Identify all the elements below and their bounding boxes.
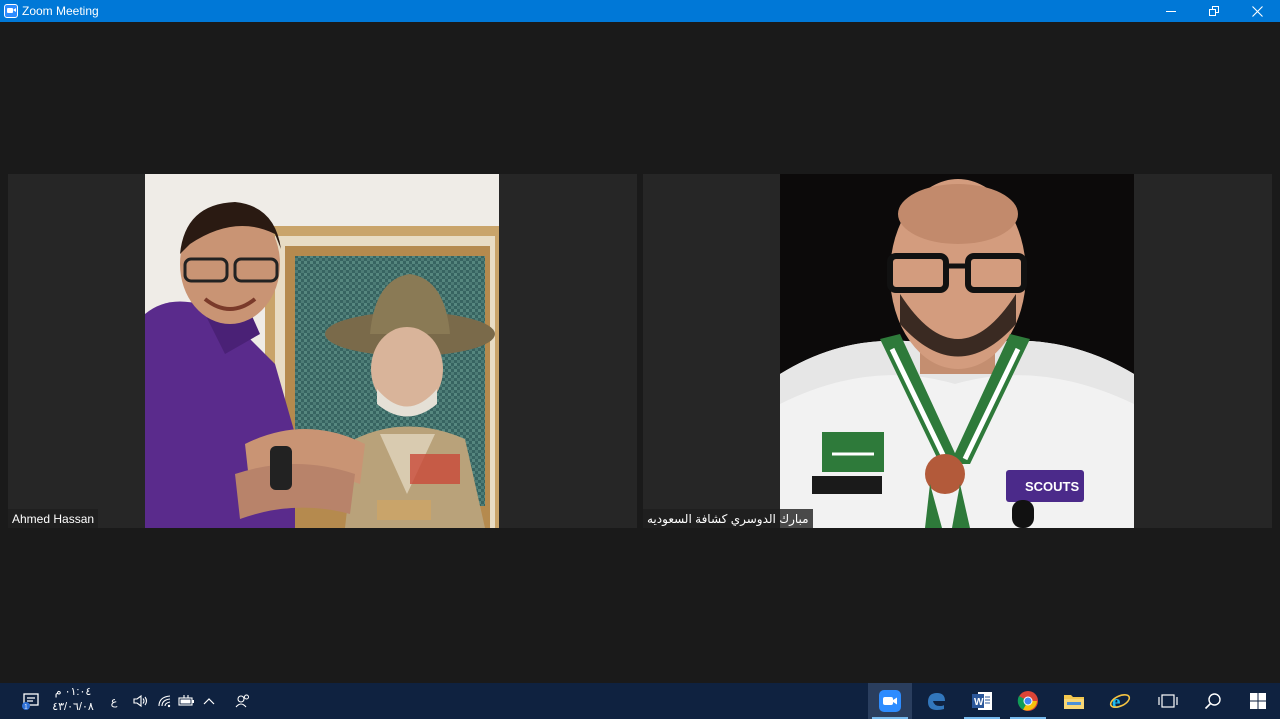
volume-icon [133, 694, 148, 708]
window-title: Zoom Meeting [22, 4, 99, 18]
taskbar-zoom-app[interactable] [868, 683, 912, 719]
network-button[interactable] [154, 683, 176, 719]
restore-icon [1209, 6, 1219, 16]
participant-tile-2[interactable]: SCOUTS مبارك الدوسري كشافة السعوديه [643, 174, 1272, 528]
windows-logo-icon [1250, 693, 1266, 709]
chevron-up-icon [203, 698, 215, 705]
search-button[interactable] [1192, 683, 1234, 719]
task-view-icon [1158, 694, 1178, 708]
close-icon [1251, 5, 1263, 17]
taskbar-chrome-app[interactable] [1006, 683, 1050, 719]
taskbar-edge-app[interactable] [914, 683, 958, 719]
participant-photo-2: SCOUTS [780, 174, 1134, 528]
taskbar-internet-explorer-app[interactable]: e [1098, 683, 1142, 719]
clock[interactable]: ٠١:٠٤ م ٤٣/٠٦/٠٨ [48, 685, 98, 715]
participant-name-2: مبارك الدوسري كشافة السعوديه [643, 509, 813, 528]
input-language-indicator[interactable]: ع [104, 683, 124, 719]
svg-text:e: e [1112, 692, 1120, 712]
clock-time: ٠١:٠٤ م [54, 686, 92, 698]
zoom-app-icon [4, 4, 18, 18]
task-view-button[interactable] [1146, 683, 1190, 719]
title-bar: Zoom Meeting [0, 0, 1280, 22]
minimize-button[interactable] [1149, 0, 1193, 22]
svg-text:SCOUTS: SCOUTS [1025, 479, 1080, 494]
participant-video-1 [145, 174, 499, 528]
zoom-icon [879, 690, 901, 712]
wifi-icon [158, 695, 171, 708]
people-icon [235, 694, 249, 708]
word-icon: W [972, 692, 992, 710]
participant-tile-1[interactable]: Ahmed Hassan [8, 174, 637, 528]
chrome-icon [1017, 691, 1038, 711]
battery-button[interactable] [176, 683, 198, 719]
participant-video-2: SCOUTS [780, 174, 1134, 528]
action-center-icon: 1 [22, 693, 39, 710]
people-button[interactable] [230, 683, 256, 719]
taskbar: 1 ٠١:٠٤ م ٤٣/٠٦/٠٨ ع W e [0, 683, 1280, 719]
clock-date: ٤٣/٠٦/٠٨ [52, 701, 94, 713]
notifications-button[interactable]: 1 [14, 683, 48, 719]
restore-button[interactable] [1192, 0, 1236, 22]
search-icon [1204, 693, 1221, 710]
start-button[interactable] [1236, 683, 1280, 719]
taskbar-file-explorer-app[interactable] [1052, 683, 1096, 719]
edge-icon [928, 693, 945, 710]
participant-name-1: Ahmed Hassan [8, 509, 99, 528]
participant-photo-1 [145, 174, 499, 528]
show-hidden-icons-button[interactable] [198, 683, 220, 719]
taskbar-word-app[interactable]: W [960, 683, 1004, 719]
volume-button[interactable] [130, 683, 152, 719]
battery-charging-icon [178, 695, 194, 706]
svg-text:W: W [974, 697, 984, 708]
close-button[interactable] [1235, 0, 1279, 22]
folder-icon [1064, 695, 1084, 709]
minimize-icon [1166, 10, 1176, 12]
internet-explorer-icon: e [1109, 692, 1131, 712]
